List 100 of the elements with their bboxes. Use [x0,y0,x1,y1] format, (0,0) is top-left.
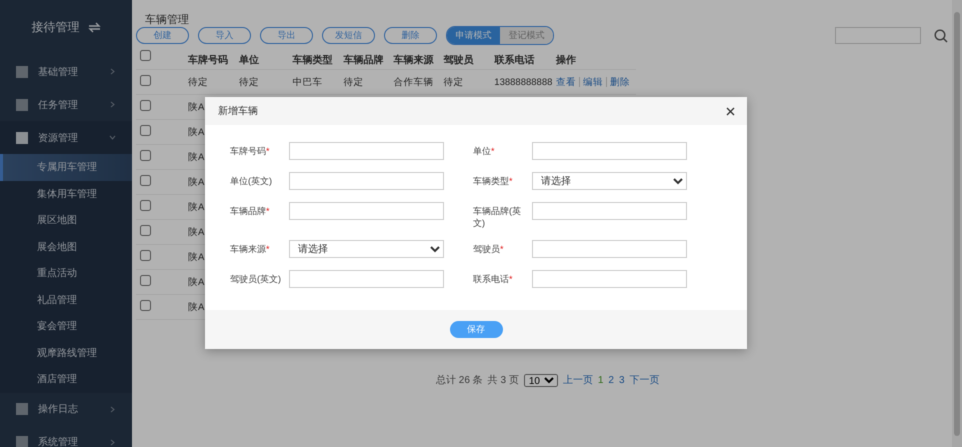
row-checkbox[interactable] [140,300,151,311]
column-header: 车辆品牌 [344,55,384,66]
column-header: 单位 [238,55,259,66]
row-checkbox[interactable] [140,150,151,161]
input-field[interactable] [289,202,444,220]
input-field[interactable] [532,240,687,258]
prev-page-link[interactable]: 上一页 [562,373,593,387]
table-cell: 陕A [188,102,204,112]
menu-item[interactable]: 系统管理 [0,426,132,447]
dialog-title: 新增车辆 [218,104,258,118]
field-label: 车辆来源* [230,243,271,255]
column-header: 操作 [556,55,576,66]
row-checkbox[interactable] [140,250,151,261]
chevron-icon [109,438,116,446]
field-label: 驾驶员* [473,243,505,255]
field-label: 车牌号码* [230,145,271,157]
submenu-item[interactable]: 观摩路线管理 [0,340,132,366]
submenu-item[interactable]: 宴会管理 [0,313,132,340]
chevron-icon [109,101,116,108]
input-field[interactable] [289,270,444,288]
search-field[interactable] [835,27,921,44]
field-label: 车辆类型* [473,175,514,187]
column-header: 车牌号码 [188,55,228,66]
mode-tab[interactable]: 登记模式 [500,27,553,44]
toolbar-button[interactable]: 发短信 [322,27,375,44]
field-label: 联系电话* [473,273,514,285]
page-size-select[interactable]: 10 [524,374,558,386]
page-link[interactable]: 1 [598,374,604,386]
toolbar-button[interactable]: 删除 [384,27,437,44]
page-link[interactable]: 3 [618,374,624,386]
select-field[interactable]: 请选择 [289,240,444,258]
scrollbar[interactable] [952,0,962,447]
table-cell: 陕A [188,202,204,212]
square-icon [16,66,28,78]
table-cell: 陕A [188,302,204,312]
page-title: 车辆管理 [144,13,190,24]
chevron-icon [109,406,116,412]
field-label: 车辆品牌(英文) [473,205,522,229]
table-cell: 中巴车 [292,76,323,88]
table-cell: 陕A [188,276,204,288]
submenu-item[interactable]: 展区地图 [0,207,132,234]
row-checkbox[interactable] [140,275,151,286]
row-checkbox[interactable] [140,100,151,111]
submenu-item[interactable]: 酒店管理 [0,366,132,392]
square-icon [16,132,28,144]
submenu-item[interactable]: 展会地图 [0,234,132,260]
column-header: 驾驶员 [443,55,474,66]
page-count: 共 3 页 [488,374,519,387]
action-link[interactable]: 删除 [610,76,630,88]
app-title: 接待管理 [32,19,80,36]
column-header: 车辆类型 [292,55,333,66]
submenu-item[interactable]: 重点活动 [0,260,132,286]
next-page-link[interactable]: 下一页 [630,373,660,387]
input-field[interactable] [532,142,687,160]
input-field[interactable] [532,202,687,220]
table-cell: 待定 [188,76,208,88]
scrollbar-thumb[interactable] [954,12,960,436]
chevron-icon [109,68,116,75]
action-link[interactable]: 编辑 [583,76,604,88]
table-cell: 陕A [188,176,204,188]
input-field[interactable] [289,172,444,190]
select-all-checkbox[interactable] [140,50,151,61]
menu-item[interactable]: 任务管理 [0,88,132,121]
page-link[interactable]: 2 [608,374,614,386]
toolbar-button[interactable]: 导出 [260,27,313,44]
row-checkbox[interactable] [140,75,151,86]
table-cell: 待定 [344,76,364,88]
toolbar-button[interactable]: 创建 [136,27,189,44]
toolbar-button[interactable]: 导入 [198,27,251,44]
menu-item[interactable]: 操作日志 [0,392,132,426]
row-checkbox[interactable] [140,125,151,136]
row-checkbox[interactable] [140,225,151,236]
close-icon[interactable] [726,106,735,116]
row-checkbox[interactable] [140,175,151,186]
square-icon [16,98,28,110]
table-cell: 陕A [188,152,204,162]
table-cell: 13888888888 [494,76,552,88]
table-cell: 陕A [188,226,204,238]
select-field[interactable]: 请选择 [532,172,687,190]
submenu-item[interactable]: 集体用车管理 [0,180,132,207]
menu-item[interactable]: 资源管理 [0,121,132,154]
mode-tab[interactable]: 申请模式 [447,27,500,44]
save-button[interactable]: 保存 [450,321,502,338]
table-cell: 合作车辆 [393,76,434,88]
menu-item[interactable]: 基础管理 [0,55,132,88]
input-field[interactable] [532,270,687,288]
swap-icon[interactable] [88,22,100,33]
field-label: 车辆品牌* [230,205,271,217]
search-icon[interactable] [934,28,948,42]
submenu-item[interactable]: 礼品管理 [0,286,132,313]
square-icon [16,436,28,447]
submenu-item[interactable]: 专属用车管理 [0,154,132,180]
input-field[interactable] [289,142,444,160]
column-header: 车辆来源 [393,55,434,66]
total-count: 总计 26 条 [436,374,483,387]
row-checkbox[interactable] [140,200,151,211]
action-link[interactable]: 查看 [556,76,576,88]
table-cell: 待定 [238,76,259,88]
square-icon [16,403,28,415]
field-label: 单位(英文) [230,175,273,187]
